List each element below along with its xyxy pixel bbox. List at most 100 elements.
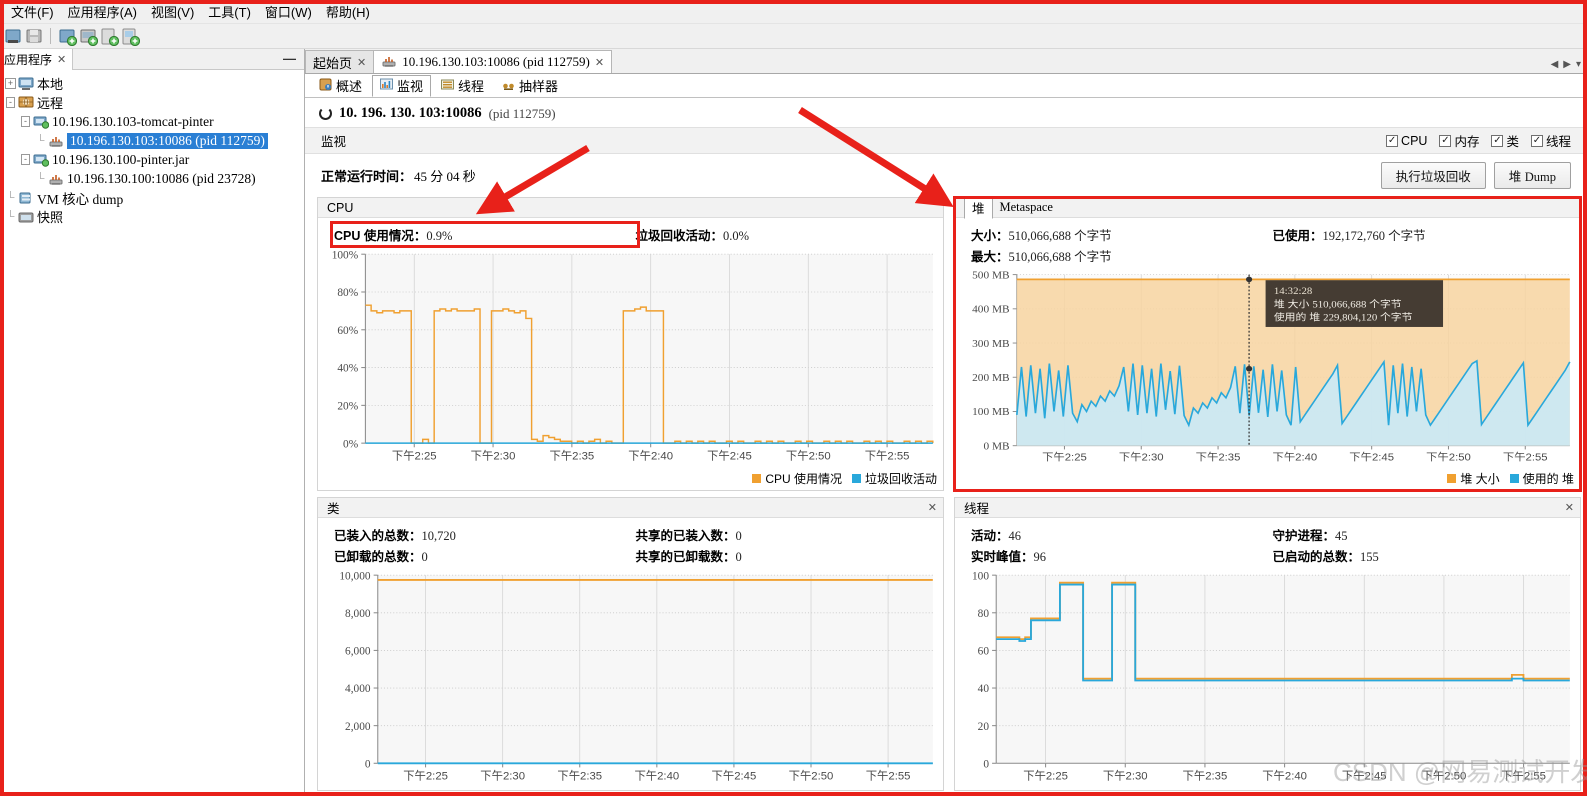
svg-text:0: 0 — [983, 758, 989, 770]
svg-text:100%: 100% — [332, 249, 359, 261]
svg-text:60: 60 — [978, 646, 990, 658]
heap-tab-0[interactable]: 堆 — [964, 196, 993, 219]
scroll-right-icon[interactable]: ▶ — [1563, 59, 1571, 70]
close-icon[interactable]: ✕ — [928, 501, 937, 514]
minimize-icon[interactable]: — — [283, 52, 296, 65]
threads-chart[interactable]: 0 20 40 60 80 100 下午2:25 下午2:30 下午2:35 下午2:40 下午2:… — [955, 569, 1580, 790]
view-tab-3[interactable]: 抽样器 — [494, 75, 566, 97]
sidebar-tab-label: 应用程序 — [4, 52, 53, 67]
threads-daemon-label: 守护进程： — [1272, 529, 1336, 543]
classes-panel: 类 ✕ 已装入的总数：10,720 共享的已装入数：0 已卸载的总数：0 共享的… — [317, 497, 944, 791]
close-icon[interactable]: ✕ — [595, 56, 604, 69]
svg-text:14:32:28: 14:32:28 — [1274, 287, 1312, 297]
tree-item-5[interactable]: └ 10.196.130.100:10086 (pid 23728) — [4, 169, 304, 188]
tab-list-icon[interactable]: ▾ — [1576, 59, 1581, 70]
svg-text:下午2:55: 下午2:55 — [865, 450, 910, 463]
heap-panel-tabs[interactable]: 堆 Metaspace — [964, 196, 1060, 219]
jvm-icon — [47, 133, 64, 148]
svg-text:下午2:30: 下午2:30 — [1103, 770, 1148, 783]
checkbox-box[interactable]: ✓ — [1386, 134, 1399, 147]
tree-item-2[interactable]: - 10.196.130.103-tomcat-pinter — [4, 112, 304, 131]
collapse-icon[interactable]: - — [4, 97, 17, 108]
svg-text:下午2:40: 下午2:40 — [634, 770, 679, 783]
svg-text:下午2:50: 下午2:50 — [789, 770, 834, 783]
menu-applications[interactable]: 应用程序(A) — [61, 0, 144, 24]
tree-item-label: 远程 — [37, 96, 64, 111]
heap-dump-button[interactable]: 堆 Dump — [1493, 162, 1571, 189]
heap-chart[interactable]: 0 MB 100 MB 200 MB 300 MB 400 MB 500 MB 下午2:25… — [955, 269, 1580, 470]
menu-tools[interactable]: 工具(T) — [201, 0, 258, 24]
svg-text:下午2:45: 下午2:45 — [1342, 770, 1387, 783]
tree-item-7[interactable]: └ 快照 — [4, 207, 304, 226]
local-computer-icon — [17, 76, 34, 91]
svg-text:20: 20 — [978, 721, 990, 733]
view-tab-0[interactable]: 概述 — [311, 75, 370, 97]
applications-sidebar: 应用程序 ✕ — + 本地 - 远程 -10.196.130.103-tomcat-pi… — [0, 48, 305, 795]
close-icon[interactable]: ✕ — [1565, 501, 1574, 514]
checkbox-box[interactable]: ✓ — [1491, 134, 1504, 147]
running-icon — [319, 107, 332, 120]
checkbox-threads[interactable]: ✓ 线程 — [1530, 131, 1571, 150]
menu-view[interactable]: 视图(V) — [144, 0, 201, 24]
close-icon[interactable]: ✕ — [57, 53, 66, 66]
close-icon[interactable]: ✕ — [357, 56, 366, 69]
checkbox-memory[interactable]: ✓ 内存 — [1439, 131, 1479, 150]
checkbox-classes[interactable]: ✓ 类 — [1491, 131, 1519, 150]
heap-max-label: 最大： — [971, 250, 1009, 264]
classes-loaded-value: 10,720 — [421, 529, 456, 543]
tree-item-3[interactable]: └ 10.196.130.103:10086 (pid 112759) — [4, 131, 304, 150]
tab-scroll-controls[interactable]: ◀ ▶ ▾ — [1551, 59, 1587, 73]
sampler-icon — [502, 78, 515, 94]
legend-swatch — [1447, 474, 1457, 483]
tree-item-0[interactable]: + 本地 — [4, 74, 304, 93]
cpu-prefix: CPU — [334, 229, 361, 243]
perform-gc-button[interactable]: 执行垃圾回收 — [1380, 162, 1486, 189]
jvm-icon — [381, 54, 397, 71]
svg-text:下午2:40: 下午2:40 — [1273, 451, 1318, 463]
heap-max-value: 510,066,688 个字节 — [1008, 250, 1112, 264]
collapse-icon[interactable]: - — [19, 116, 32, 127]
threads-peak-label: 实时峰值： — [971, 550, 1034, 564]
view-tab-2[interactable]: 线程 — [433, 75, 492, 97]
jvm-icon — [47, 171, 64, 186]
threads-live-value: 46 — [1008, 529, 1022, 543]
svg-text:下午2:35: 下午2:35 — [1196, 451, 1241, 463]
menu-help[interactable]: 帮助(H) — [319, 0, 377, 24]
document-tab-0[interactable]: 起始页 ✕ — [305, 50, 375, 73]
collapse-icon[interactable]: - — [19, 154, 32, 165]
applications-tree[interactable]: + 本地 - 远程 -10.196.130.103-tomcat-pinter └ 10.1… — [0, 70, 304, 795]
legend-swatch — [1509, 474, 1519, 483]
checkbox-cpu[interactable]: ✓ CPU — [1386, 134, 1427, 148]
heap-tab-1[interactable]: Metaspace — [993, 199, 1060, 216]
document-tab-1[interactable]: 10.196.130.103:10086 (pid 112759) ✕ — [373, 50, 613, 73]
view-tab-1[interactable]: 监视 — [372, 74, 432, 97]
new-session-icon[interactable] — [4, 27, 23, 46]
add-remote-host-icon[interactable] — [79, 27, 99, 46]
tree-item-1[interactable]: - 远程 — [4, 93, 304, 112]
scroll-left-icon[interactable]: ◀ — [1551, 59, 1559, 70]
threads-live-stat: 活动：46 — [971, 525, 1273, 544]
svg-text:下午2:50: 下午2:50 — [1426, 451, 1471, 463]
process-header: 10. 196. 130. 103:10086 (pid 112759) — [305, 98, 1587, 127]
checkbox-box[interactable]: ✓ — [1439, 134, 1452, 147]
expand-icon[interactable]: + — [4, 78, 17, 89]
tree-line-icon: └ — [36, 134, 45, 147]
checkbox-label: CPU — [1401, 133, 1428, 148]
save-icon[interactable] — [25, 27, 44, 46]
checkbox-box[interactable]: ✓ — [1530, 134, 1543, 147]
add-jmx-connection-icon[interactable] — [58, 27, 78, 46]
classes-chart[interactable]: 0 2,000 4,000 6,000 8,000 10,000 下午2:25 下午2:30 下… — [318, 569, 943, 790]
tree-line-icon: └ — [36, 172, 45, 185]
gc-activity-value: 0.0% — [723, 229, 750, 243]
classes-shared-loaded-label: 共享的已装入数： — [635, 529, 736, 543]
add-snapshot-icon[interactable] — [121, 27, 141, 46]
menu-file[interactable]: 文件(F) — [4, 0, 61, 24]
sidebar-tab-applications[interactable]: 应用程序 ✕ — [0, 48, 74, 70]
overview-icon — [319, 78, 332, 94]
tree-item-6[interactable]: └ VM 核心 dump — [4, 188, 304, 207]
add-vm-coredump-icon[interactable] — [100, 27, 120, 46]
cpu-chart[interactable]: 0% 20% 40% 60% 80% 100% 下午2:25 下午2:30 下午2:35 下午2:… — [318, 248, 943, 470]
threads-panel: 线程 ✕ 活动：46 守护进程：45 实时峰值：96 已启动的总数：155 0 … — [954, 497, 1581, 791]
tree-item-4[interactable]: - 10.196.130.100-pinter.jar — [4, 150, 304, 169]
menu-window[interactable]: 窗口(W) — [258, 0, 319, 24]
